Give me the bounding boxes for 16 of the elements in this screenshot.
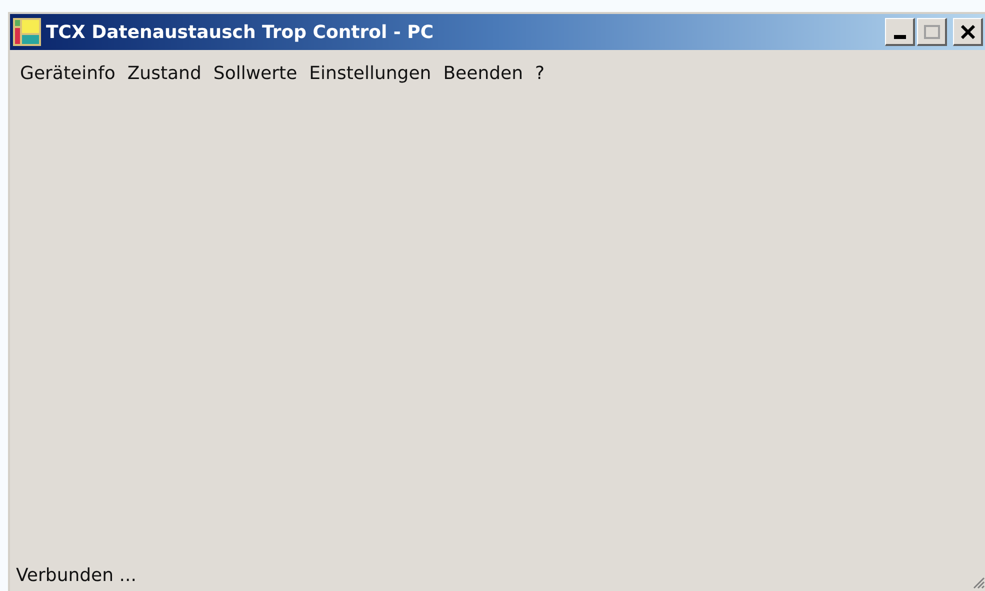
close-icon [960,24,974,38]
menu-item[interactable]: Sollwerte [207,60,304,86]
maximize-icon [924,24,940,38]
maximize-button[interactable] [917,18,947,46]
close-button[interactable] [953,18,983,46]
menu-item[interactable]: Zustand [121,60,208,86]
minimize-button[interactable] [885,18,915,46]
minimize-icon [894,35,906,39]
menu-item[interactable]: Einstellungen [303,60,438,86]
app-icon [12,17,42,47]
menu-item[interactable]: Beenden [437,60,530,86]
status-text: Verbunden ... [16,564,136,588]
menu-item[interactable]: Geräteinfo [14,60,122,86]
window-title: TCX Datenaustausch Trop Control - PC [46,20,434,44]
menu-item[interactable]: ? [529,60,551,86]
resize-grip-icon [971,575,985,589]
